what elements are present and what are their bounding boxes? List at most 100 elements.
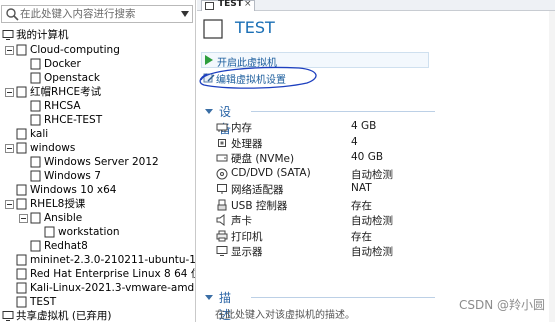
device-name: CD/DVD (SATA)	[231, 166, 311, 179]
vm-summary-panel: TEST × TEST 开启此虚拟机 编辑虚拟机设置 设备 内存4 GB处理器4…	[197, 0, 555, 322]
device-row[interactable]: 显示器 自动检测	[197, 244, 555, 259]
library-panel: 我的计算机 Cloud-computing Docker Openstack	[0, 0, 196, 322]
tree-item-label: kali	[30, 128, 49, 140]
tree-item-label: workstation	[58, 226, 120, 238]
collapse-toggle-icon[interactable]	[5, 144, 14, 153]
search-dropdown-icon[interactable]	[181, 11, 189, 17]
device-value: 存在	[351, 230, 372, 243]
vm-icon	[44, 226, 55, 238]
search-input[interactable]	[20, 6, 172, 22]
vm-icon	[30, 100, 41, 112]
vm-icon	[16, 282, 27, 294]
search-icon	[6, 8, 19, 21]
device-row[interactable]: 网络适配器 NAT	[197, 182, 555, 197]
collapse-arrow-icon	[205, 295, 213, 300]
usb-icon	[217, 199, 227, 210]
tree-item-label: Ansible	[44, 212, 83, 224]
close-icon[interactable]: ×	[244, 0, 252, 9]
device-row[interactable]: 内存 4 GB	[197, 120, 555, 135]
hard-disk-icon	[216, 154, 228, 162]
vm-icon	[203, 19, 223, 39]
edit-settings-icon	[203, 73, 215, 83]
vm-icon	[16, 184, 27, 196]
folder-icon	[16, 142, 27, 154]
collapse-arrow-icon	[205, 109, 213, 114]
scrollbar[interactable]	[549, 11, 555, 322]
device-value: 自动检测	[351, 168, 393, 181]
device-row[interactable]: CD/DVD (SATA) 自动检测	[197, 167, 555, 182]
folder-icon	[30, 212, 41, 224]
network-adapter-icon	[217, 184, 227, 194]
device-value: 自动检测	[351, 246, 393, 258]
device-row[interactable]: 硬盘 (NVMe) 40 GB	[197, 151, 555, 166]
tab-label: TEST	[218, 0, 243, 9]
tree-item-label: Windows 7	[44, 170, 101, 182]
tab-bar: TEST ×	[197, 0, 555, 11]
tree-item-label: TEST	[30, 296, 57, 308]
play-icon	[205, 55, 213, 65]
processor-icon	[218, 138, 226, 147]
tree-item-label: Windows 10 x64	[30, 184, 117, 196]
device-name: 网络适配器	[231, 184, 284, 196]
power-on-button[interactable]: 开启此虚拟机	[201, 52, 429, 69]
device-name: 声卡	[231, 215, 252, 227]
collapse-toggle-icon[interactable]	[5, 200, 14, 209]
tree-item-label: RHEL8授课	[30, 198, 86, 210]
tree-item-label: 我的计算机	[16, 29, 69, 41]
tree-item-label: windows	[30, 142, 76, 154]
collapse-toggle-icon[interactable]	[19, 214, 28, 223]
device-row[interactable]: 打印机 存在	[197, 229, 555, 244]
printer-icon	[216, 230, 228, 241]
vm-title: TEST	[235, 18, 275, 37]
tree-item-label: 红帽RHCE考试	[30, 86, 102, 98]
description-field[interactable]: 在此处键入对该虚拟机的描述。	[215, 306, 355, 321]
device-value: 存在	[351, 199, 372, 212]
device-row[interactable]: 声卡 自动检测	[197, 213, 555, 228]
vm-icon	[16, 128, 27, 140]
tree-item-label: 共享虚拟机 (已弃用)	[16, 310, 112, 322]
cd-dvd-icon	[216, 168, 228, 179]
tree-item-label: RHCE-TEST	[44, 114, 103, 126]
vm-icon	[30, 240, 41, 252]
vm-icon	[16, 296, 27, 308]
vm-icon	[30, 58, 41, 70]
collapse-toggle-icon[interactable]	[5, 46, 14, 55]
vm-icon	[30, 170, 41, 182]
device-name: 打印机	[231, 230, 263, 243]
folder-icon	[16, 198, 27, 210]
library-search-box[interactable]	[1, 5, 193, 23]
device-value: 自动检测	[351, 215, 393, 227]
vm-icon	[30, 156, 41, 168]
tree-item-label: Redhat8	[44, 240, 88, 252]
collapse-toggle-icon[interactable]	[5, 88, 14, 97]
computer-icon	[2, 30, 14, 40]
watermark: CSDN @羚小圆	[458, 298, 545, 312]
power-on-label: 开启此虚拟机	[217, 58, 277, 69]
tree-item-label: Openstack	[44, 72, 100, 84]
tree-item-label: mininet-2.3.0-210211-ubuntu-18.0	[30, 254, 196, 266]
device-row[interactable]: USB 控制器 存在	[197, 198, 555, 213]
sound-card-icon	[216, 214, 225, 226]
section-divider	[251, 297, 435, 298]
tree-item-label: Windows Server 2012	[44, 156, 159, 168]
section-divider	[251, 111, 435, 112]
tree-item-label: Cloud-computing	[30, 44, 120, 56]
device-name: 处理器	[231, 137, 263, 150]
device-value: 4	[351, 135, 358, 148]
vm-icon	[30, 72, 41, 84]
device-name: USB 控制器	[231, 199, 288, 212]
vm-icon	[30, 114, 41, 126]
device-row[interactable]: 处理器 4	[197, 136, 555, 151]
tree-item-label: Red Hat Enterprise Linux 8 64 位 (2)	[30, 268, 195, 280]
device-name: 内存	[231, 122, 252, 134]
tab-test[interactable]: TEST ×	[201, 0, 255, 11]
display-icon	[216, 246, 228, 256]
tree-item-label: Kali-Linux-2021.3-vmware-amd64	[30, 282, 196, 294]
device-value: 4 GB	[351, 120, 377, 132]
home-icon	[205, 2, 214, 10]
tree-item-label: RHCSA	[44, 100, 81, 112]
device-name: 显示器	[231, 246, 263, 258]
memory-icon	[216, 123, 228, 132]
device-value: NAT	[351, 182, 372, 194]
edit-vm-settings-button[interactable]: 编辑虚拟机设置	[201, 71, 429, 86]
